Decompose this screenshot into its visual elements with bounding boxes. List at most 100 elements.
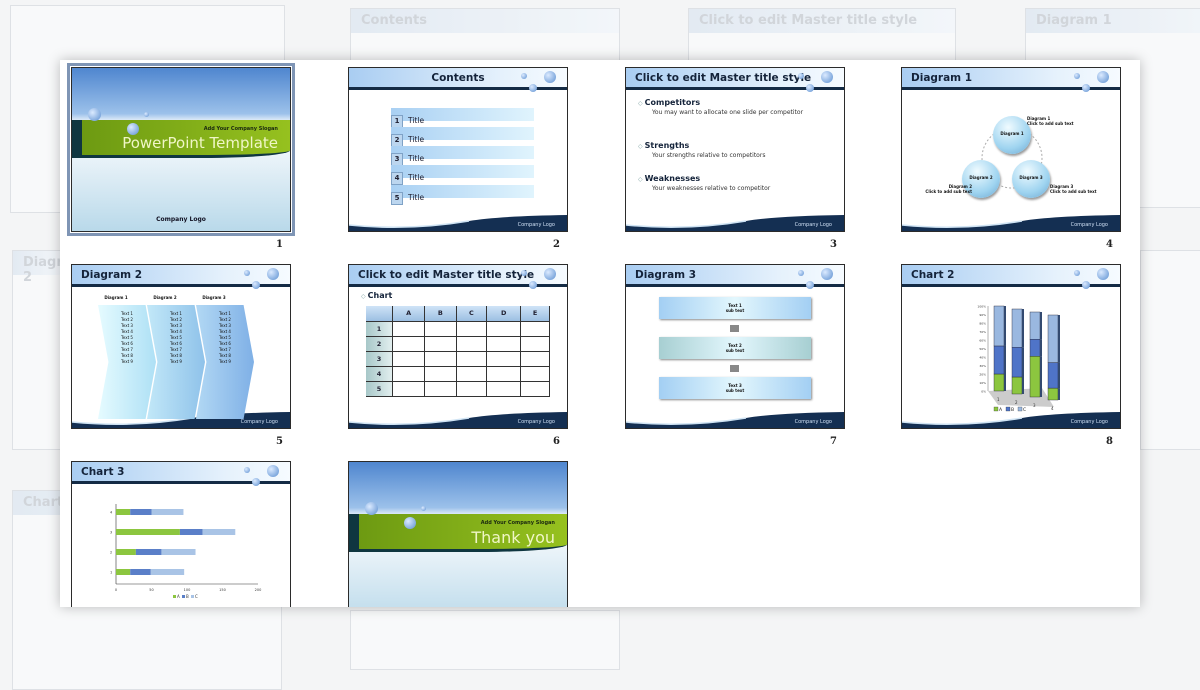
bubble-decoration <box>421 506 426 511</box>
slide-thumbnail[interactable]: Diagram 2 Company Logo Diagram 1 Text 1 Text… <box>71 264 291 429</box>
process-box[interactable]: Text 1 sub text <box>659 297 811 319</box>
ghost-slide <box>1140 250 1200 450</box>
slide-thumbnail[interactable]: Click to edit Master title style Company … <box>625 67 845 232</box>
table-cell[interactable] <box>456 321 488 337</box>
bubble-decoration <box>529 281 537 289</box>
bar-segment <box>150 569 185 575</box>
slide-number: 8 <box>1106 436 1113 447</box>
table-cell[interactable] <box>520 336 550 352</box>
bullet-heading: Competitors <box>638 98 700 107</box>
column-segment <box>1047 362 1059 389</box>
table-cell[interactable] <box>520 381 550 397</box>
slide-thumbnail[interactable]: Chart 2 Company Logo 0% 10% 20% 30% 40% 50% 60% 7… <box>901 264 1121 429</box>
node-caption: Diagram 1 Click to add sub text <box>1027 116 1087 126</box>
y-tick-label: 60% <box>979 339 986 343</box>
item-label: Title <box>408 154 425 163</box>
box-text: Text 2 sub text <box>659 343 811 353</box>
item-number: 4 <box>391 172 403 185</box>
chevron-item: Text 6 <box>219 341 231 346</box>
bullet-text: Your strengths relative to competitors <box>652 152 766 159</box>
slide-thumbnail[interactable]: Diagram 3 Company Logo Text 1 sub text Text … <box>625 264 845 429</box>
table-cell[interactable] <box>392 366 426 382</box>
bubble-decoration <box>88 108 101 121</box>
column-segment <box>993 305 1005 347</box>
column-side <box>1058 362 1060 389</box>
table-cell[interactable] <box>392 351 426 367</box>
table-cell[interactable] <box>520 321 550 337</box>
table-cell[interactable] <box>456 366 488 382</box>
column-side <box>1040 312 1042 340</box>
table-cell[interactable] <box>486 366 522 382</box>
bullet-text: You may want to allocate one slide per c… <box>652 109 804 116</box>
slide-number: 2 <box>553 239 560 250</box>
table-cell[interactable] <box>486 381 522 397</box>
box-line2: sub text <box>725 348 745 353</box>
table-cell[interactable] <box>392 336 426 352</box>
company-slogan: Add Your Company Slogan <box>480 520 555 526</box>
table-cell[interactable] <box>424 366 457 382</box>
table-cell[interactable] <box>424 321 457 337</box>
contents-item[interactable]: 5 Title <box>391 185 534 205</box>
column-heading: Diagram 1 <box>104 295 128 300</box>
chevron-item: Text 5 <box>121 335 133 340</box>
data-table[interactable]: ABCDE12345 <box>366 306 550 397</box>
chevron-item: Text 3 <box>219 323 231 328</box>
chevron-item: Text 6 <box>121 341 133 346</box>
slide-thumbnail[interactable]: Add Your Company Slogan Thank you <box>348 461 568 607</box>
contents-item[interactable]: 4 Title <box>391 165 534 185</box>
legend-label: A <box>999 407 1003 413</box>
chevron-item: Text 5 <box>219 335 231 340</box>
process-box[interactable]: Text 3 sub text <box>659 377 811 399</box>
slide-thumbnail[interactable]: Chart 3Company Logo0501001502001234ABC <box>71 461 291 607</box>
slide-footer: Company Logo <box>626 215 844 231</box>
slide-thumbnail[interactable]: Diagram 1 Company Logo Diagram 1 Diagram 1C… <box>901 67 1121 232</box>
table-cell[interactable] <box>456 336 488 352</box>
slide-thumbnail[interactable]: Add Your Company Slogan PowerPoint Templa… <box>67 63 295 236</box>
table-cell[interactable] <box>424 351 457 367</box>
table-cell[interactable] <box>392 321 426 337</box>
legend-label: A <box>177 594 180 599</box>
legend-label: B <box>1011 407 1014 413</box>
row-header: 2 <box>366 336 394 352</box>
table-cell[interactable] <box>424 381 457 397</box>
node-caption: Diagram 3 Click to add sub text <box>1050 184 1110 194</box>
contents-item[interactable]: 3 Title <box>391 146 534 166</box>
bar-segment <box>130 509 152 515</box>
bar-segment <box>130 569 151 575</box>
bubble-decoration <box>806 84 814 92</box>
table-cell[interactable] <box>520 366 550 382</box>
y-tick-label: 20% <box>979 373 986 377</box>
legend-swatch <box>1017 406 1023 412</box>
table-cell[interactable] <box>486 321 522 337</box>
bubble-decoration <box>798 73 804 79</box>
process-box[interactable]: Text 2 sub text <box>659 337 811 359</box>
table-cell[interactable] <box>392 381 426 397</box>
bubble-decoration <box>798 270 804 276</box>
diagram-node[interactable]: Diagram 1 <box>993 116 1031 154</box>
column-segment <box>1047 387 1059 401</box>
table-cell[interactable] <box>424 336 457 352</box>
slide-thumbnail[interactable]: Click to edit Master title style Company … <box>348 264 568 429</box>
y-tick-label: 10% <box>979 381 986 385</box>
caption-sub: Click to add sub text <box>1050 189 1097 194</box>
legend-swatch <box>1005 406 1011 412</box>
contents-item[interactable]: 1 Title <box>391 108 534 128</box>
chevron-item: Text 2 <box>219 317 231 322</box>
contents-item[interactable]: 2 Title <box>391 127 534 147</box>
column-heading: Diagram 2 <box>153 295 177 300</box>
slide-number: 6 <box>553 436 560 447</box>
table-cell[interactable] <box>520 351 550 367</box>
table-cell[interactable] <box>456 351 488 367</box>
table-cell[interactable] <box>486 336 522 352</box>
column-header: B <box>424 306 457 322</box>
row-header: 1 <box>366 321 394 337</box>
y-tick-label: 40% <box>979 356 986 360</box>
column-side <box>1058 315 1060 363</box>
bubble-decoration <box>544 268 556 280</box>
table-cell[interactable] <box>486 351 522 367</box>
diagram-node[interactable]: Diagram 3 <box>1012 160 1050 198</box>
chevron-item: Text 7 <box>170 347 182 352</box>
slide-thumbnail[interactable]: Contents Company Logo 1 Title 2 Title 3 Title 4 T… <box>348 67 568 232</box>
company-slogan: Add Your Company Slogan <box>203 126 278 132</box>
table-cell[interactable] <box>456 381 488 397</box>
